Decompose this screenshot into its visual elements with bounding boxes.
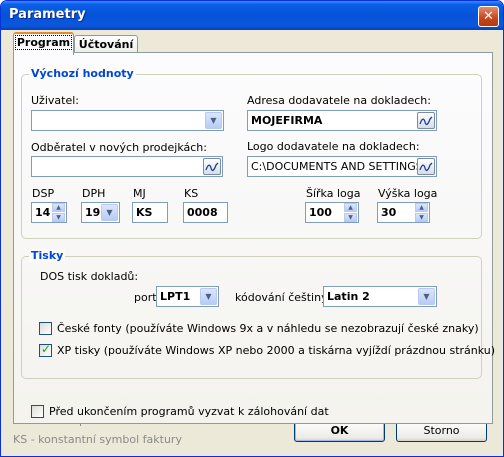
logo-width-spin-buttons[interactable]: ▲ ▼ — [344, 203, 357, 222]
tab-panel-program: Výchozí hodnoty Uživatel: ▼ Adresa dodav… — [13, 52, 495, 424]
spin-down-icon[interactable]: ▼ — [415, 213, 428, 222]
spin-up-icon[interactable]: ▲ — [52, 203, 65, 212]
user-combo[interactable]: ▼ — [31, 110, 224, 131]
backup-label[interactable]: Před ukončením programů vyzvat k zálohov… — [49, 405, 329, 418]
logo-width-label: Šířka loga — [306, 187, 361, 200]
logo-path-field[interactable]: C:\DOCUMENTS AND SETTINGS — [247, 156, 437, 177]
dsp-value: 14 — [35, 206, 51, 219]
customer-label: Odběratel v nových prodejkách: — [31, 141, 207, 154]
title-bar[interactable]: Parametry ✕ — [1, 1, 503, 30]
supplier-address-field[interactable]: MOJEFIRMA — [247, 110, 437, 131]
logo-height-spin-buttons[interactable]: ▲ ▼ — [415, 203, 428, 222]
czech-fonts-label[interactable]: České fonty (používáte Windows 9x a v ná… — [57, 322, 479, 335]
ks-label: KS — [184, 187, 199, 200]
dph-combo[interactable]: 19 ▼ — [81, 202, 120, 223]
backup-checkbox[interactable] — [31, 405, 44, 418]
dph-value: 19 — [85, 206, 101, 219]
mj-label: MJ — [133, 187, 146, 200]
parametry-window: Parametry ✕ Program Účtování Výchozí hod… — [0, 0, 504, 457]
logo-label: Logo dodavatele na dokladech: — [247, 140, 420, 153]
tab-program[interactable]: Program — [13, 32, 74, 55]
logo-height-value: 30 — [381, 206, 397, 219]
spin-down-icon[interactable]: ▼ — [344, 213, 357, 222]
spin-up-icon[interactable]: ▲ — [344, 203, 357, 212]
spin-down-icon[interactable]: ▼ — [52, 213, 65, 222]
supplier-address-label: Adresa dodavatele na dokladech: — [247, 94, 431, 107]
dos-print-label: DOS tisk dokladů: — [40, 270, 139, 283]
dialog-body: Program Účtování Výchozí hodnoty Uživate… — [4, 30, 500, 455]
port-label: port — [134, 291, 157, 304]
logo-height-spinner[interactable]: 30 ▲ ▼ — [377, 202, 430, 223]
chevron-down-icon[interactable]: ▼ — [205, 112, 222, 129]
chevron-down-icon[interactable]: ▼ — [418, 288, 435, 305]
encoding-label: kódování češtiny — [235, 291, 328, 304]
chevron-down-icon[interactable]: ▼ — [200, 288, 217, 305]
print-group: Tisky DOS tisk dokladů: port LPT1 ▼ kódo… — [21, 249, 495, 379]
dph-label: DPH — [82, 187, 106, 200]
customer-field[interactable] — [31, 156, 223, 177]
logo-height-label: Výška loga — [378, 187, 438, 200]
logo-width-value: 100 — [309, 206, 332, 219]
chevron-down-icon[interactable]: ▼ — [101, 204, 118, 221]
close-icon[interactable]: ✕ — [478, 6, 499, 27]
logo-path-value: C:\DOCUMENTS AND SETTINGS — [251, 160, 423, 173]
window-title: Parametry — [9, 7, 86, 22]
xp-print-label[interactable]: XP tisky (používáte Windows XP nebo 2000… — [57, 344, 495, 357]
tab-program-label: Program — [14, 35, 73, 50]
spin-up-icon[interactable]: ▲ — [415, 203, 428, 212]
signature-pick-icon[interactable] — [417, 112, 435, 129]
dsp-spinner[interactable]: 14 ▲ ▼ — [31, 202, 67, 223]
logo-pick-icon[interactable] — [417, 158, 435, 175]
port-combo[interactable]: LPT1 ▼ — [156, 286, 219, 307]
defaults-group: Výchozí hodnoty Uživatel: ▼ Adresa dodav… — [21, 67, 482, 239]
ks-field[interactable]: 0008 — [183, 202, 228, 223]
customer-pick-icon[interactable] — [203, 158, 221, 175]
encoding-value: Latin 2 — [327, 290, 370, 303]
xp-print-checkbox[interactable] — [39, 342, 52, 357]
port-value: LPT1 — [160, 290, 191, 303]
czech-fonts-checkbox[interactable] — [39, 322, 52, 335]
mj-field[interactable]: KS — [132, 202, 168, 223]
dsp-spin-buttons[interactable]: ▲ ▼ — [52, 203, 65, 222]
print-group-title: Tisky — [29, 249, 66, 262]
dsp-label: DSP — [32, 187, 55, 200]
defaults-group-title: Výchozí hodnoty — [29, 67, 136, 80]
supplier-address-value: MOJEFIRMA — [251, 114, 323, 127]
footnote-ks: KS - konstantní symbol faktury — [13, 433, 182, 446]
user-label: Uživatel: — [31, 94, 79, 107]
encoding-combo[interactable]: Latin 2 ▼ — [323, 286, 437, 307]
logo-width-spinner[interactable]: 100 ▲ ▼ — [305, 202, 359, 223]
